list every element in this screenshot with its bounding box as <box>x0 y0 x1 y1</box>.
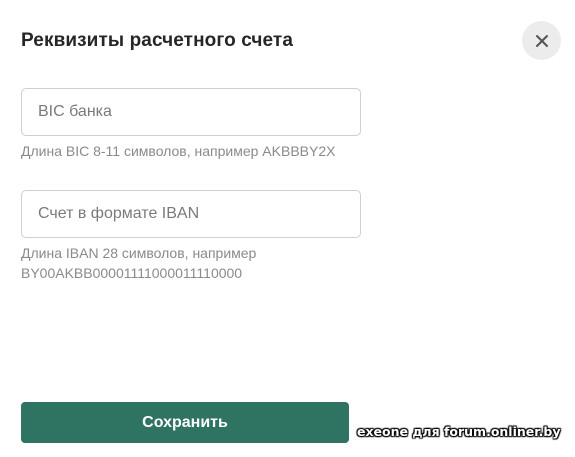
close-icon <box>535 34 548 47</box>
bic-field-wrapper <box>21 88 361 136</box>
bic-input[interactable] <box>22 89 338 135</box>
iban-hint-line2: BY00AKBB00001111000011110000 <box>21 265 243 281</box>
iban-input[interactable] <box>22 191 338 237</box>
watermark: exeone для forum.onliner.by <box>357 424 561 439</box>
dialog-title: Реквизиты расчетного счета <box>21 30 293 51</box>
iban-hint-line1: Длина IBAN 28 символов, например <box>21 245 257 261</box>
account-details-dialog: Реквизиты расчетного счета Длина BIC 8-1… <box>0 0 575 457</box>
close-button[interactable] <box>522 21 561 60</box>
bic-hint: Длина BIC 8-11 символов, например AKBBBY… <box>21 143 336 159</box>
iban-field-wrapper <box>21 190 361 238</box>
iban-hint: Длина IBAN 28 символов, например BY00AKB… <box>21 243 341 283</box>
save-button[interactable]: Сохранить <box>21 402 349 443</box>
